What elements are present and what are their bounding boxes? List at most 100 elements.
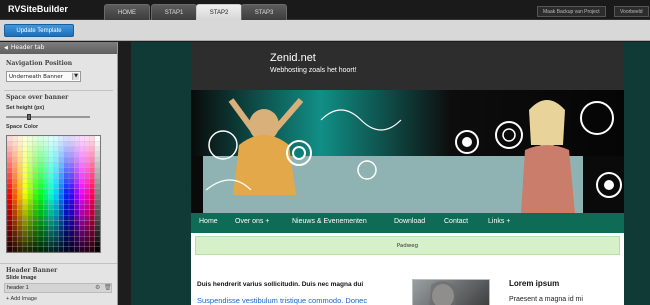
color-swatch[interactable] bbox=[94, 209, 100, 216]
color-swatch[interactable] bbox=[37, 241, 44, 247]
color-swatch[interactable] bbox=[27, 209, 33, 216]
color-swatch[interactable] bbox=[17, 172, 23, 179]
color-swatch[interactable] bbox=[79, 193, 85, 200]
color-swatch[interactable] bbox=[17, 188, 23, 195]
color-swatch[interactable] bbox=[74, 225, 80, 232]
color-swatch[interactable] bbox=[48, 188, 54, 195]
color-swatch[interactable] bbox=[12, 241, 18, 247]
nav-links[interactable]: Links + bbox=[488, 218, 510, 225]
color-swatch[interactable] bbox=[84, 193, 90, 200]
color-swatch[interactable] bbox=[68, 146, 75, 152]
color-swatch[interactable] bbox=[32, 204, 39, 210]
color-swatch[interactable] bbox=[84, 183, 90, 189]
color-swatch[interactable] bbox=[53, 156, 59, 163]
color-swatch[interactable] bbox=[32, 178, 39, 184]
color-swatch[interactable] bbox=[17, 156, 23, 163]
color-swatch[interactable] bbox=[48, 230, 54, 237]
color-swatch[interactable] bbox=[17, 151, 23, 158]
nav-contact[interactable]: Contact bbox=[444, 218, 468, 225]
color-swatch[interactable] bbox=[68, 156, 75, 163]
color-swatch[interactable] bbox=[32, 241, 39, 247]
color-swatch[interactable] bbox=[94, 162, 100, 168]
color-swatch[interactable] bbox=[27, 193, 33, 200]
color-swatch[interactable] bbox=[94, 193, 100, 200]
color-swatch[interactable] bbox=[89, 172, 95, 179]
color-swatch[interactable] bbox=[32, 209, 39, 216]
color-swatch[interactable] bbox=[74, 230, 80, 237]
color-swatch[interactable] bbox=[58, 136, 64, 142]
color-swatch[interactable] bbox=[27, 204, 33, 210]
color-swatch[interactable] bbox=[89, 136, 95, 142]
color-swatch[interactable] bbox=[79, 241, 85, 247]
color-swatch[interactable] bbox=[74, 209, 80, 216]
color-swatch[interactable] bbox=[12, 136, 18, 142]
color-swatch[interactable] bbox=[63, 230, 70, 237]
color-swatch[interactable] bbox=[7, 167, 13, 174]
color-swatch[interactable] bbox=[7, 193, 13, 200]
color-swatch[interactable] bbox=[27, 156, 33, 163]
color-swatch[interactable] bbox=[17, 178, 23, 184]
color-swatch[interactable] bbox=[32, 183, 39, 189]
color-swatch[interactable] bbox=[84, 246, 90, 252]
color-swatch[interactable] bbox=[22, 204, 28, 210]
color-swatch[interactable] bbox=[53, 230, 59, 237]
color-swatch[interactable] bbox=[68, 246, 75, 252]
color-swatch[interactable] bbox=[32, 146, 39, 152]
color-swatch[interactable] bbox=[32, 246, 39, 252]
color-swatch[interactable] bbox=[63, 246, 70, 252]
color-swatch[interactable] bbox=[12, 172, 18, 179]
color-swatch[interactable] bbox=[17, 214, 23, 221]
color-swatch[interactable] bbox=[12, 151, 18, 158]
color-swatch[interactable] bbox=[79, 162, 85, 168]
color-swatch[interactable] bbox=[12, 204, 18, 210]
color-swatch[interactable] bbox=[7, 188, 13, 195]
color-swatch[interactable] bbox=[43, 141, 49, 147]
color-swatch[interactable] bbox=[7, 246, 13, 252]
color-swatch[interactable] bbox=[12, 246, 18, 252]
color-swatch[interactable] bbox=[22, 209, 28, 216]
color-swatch[interactable] bbox=[22, 172, 28, 179]
color-swatch[interactable] bbox=[58, 204, 64, 210]
color-swatch[interactable] bbox=[17, 209, 23, 216]
color-swatch[interactable] bbox=[94, 230, 100, 237]
color-swatch[interactable] bbox=[58, 236, 64, 242]
color-swatch[interactable] bbox=[37, 209, 44, 216]
color-swatch[interactable] bbox=[68, 136, 75, 142]
color-swatch[interactable] bbox=[74, 136, 80, 142]
color-swatch[interactable] bbox=[68, 220, 75, 226]
color-swatch[interactable] bbox=[63, 172, 70, 179]
color-swatch[interactable] bbox=[94, 188, 100, 195]
color-swatch[interactable] bbox=[43, 204, 49, 210]
color-swatch[interactable] bbox=[17, 204, 23, 210]
color-swatch[interactable] bbox=[43, 199, 49, 205]
color-swatch[interactable] bbox=[48, 199, 54, 205]
color-swatch[interactable] bbox=[7, 151, 13, 158]
color-swatch[interactable] bbox=[12, 193, 18, 200]
color-swatch[interactable] bbox=[68, 151, 75, 158]
color-swatch[interactable] bbox=[68, 162, 75, 168]
color-swatch[interactable] bbox=[68, 209, 75, 216]
color-swatch[interactable] bbox=[7, 241, 13, 247]
color-swatch[interactable] bbox=[94, 167, 100, 174]
color-swatch[interactable] bbox=[48, 246, 54, 252]
gear-icon[interactable]: ⚙ bbox=[95, 284, 100, 291]
color-swatch[interactable] bbox=[58, 183, 64, 189]
color-swatch[interactable] bbox=[79, 220, 85, 226]
color-swatch[interactable] bbox=[22, 193, 28, 200]
color-swatch[interactable] bbox=[43, 178, 49, 184]
color-swatch[interactable] bbox=[12, 183, 18, 189]
color-swatch[interactable] bbox=[32, 136, 39, 142]
color-swatch[interactable] bbox=[27, 141, 33, 147]
color-swatch[interactable] bbox=[37, 136, 44, 142]
color-swatch[interactable] bbox=[63, 162, 70, 168]
height-slider[interactable] bbox=[6, 114, 90, 120]
color-swatch[interactable] bbox=[58, 209, 64, 216]
color-swatch[interactable] bbox=[68, 193, 75, 200]
color-swatch[interactable] bbox=[63, 214, 70, 221]
color-swatch[interactable] bbox=[48, 172, 54, 179]
color-swatch[interactable] bbox=[12, 214, 18, 221]
color-swatch[interactable] bbox=[22, 188, 28, 195]
color-swatch[interactable] bbox=[74, 199, 80, 205]
color-swatch[interactable] bbox=[53, 172, 59, 179]
tab-stap2[interactable]: STAP2 bbox=[196, 4, 242, 20]
